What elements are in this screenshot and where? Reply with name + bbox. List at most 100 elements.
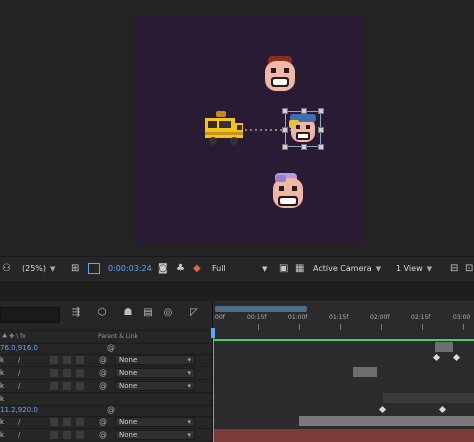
pickwhip-icon[interactable]: @ [99, 354, 107, 366]
keyframe[interactable] [432, 353, 441, 362]
playhead-handle[interactable] [211, 328, 215, 338]
layer-search-input[interactable] [0, 307, 60, 323]
quality-switch-icon[interactable]: / [18, 429, 20, 441]
shy-layers-icon[interactable]: ☗ [120, 306, 136, 320]
time-ruler[interactable]: :00f 00:15f 01:00f 01:15f 02:00f 02:15f … [213, 301, 474, 330]
transform-handle[interactable] [282, 108, 288, 114]
pickwhip-icon[interactable]: @ [99, 416, 107, 428]
transform-handle[interactable] [301, 108, 307, 114]
switch-box[interactable] [63, 356, 71, 364]
parent-select[interactable]: None ▾ [115, 430, 195, 440]
switch-box[interactable] [50, 418, 58, 426]
chevron-down-icon[interactable]: ▼ [262, 262, 267, 276]
pickwhip-icon[interactable]: @ [107, 342, 115, 354]
parent-select[interactable]: None ▾ [115, 368, 195, 378]
view-options-icon[interactable]: ⊟ [450, 262, 458, 276]
switch-box[interactable] [76, 369, 84, 377]
timeline-track-area[interactable]: :00f 00:15f 01:00f 01:15f 02:00f 02:15f … [211, 301, 474, 442]
camera-select[interactable]: Active Camera ▼ [313, 262, 381, 276]
character-head-top[interactable] [262, 55, 298, 95]
layer-row[interactable]: k / @ None ▾ [0, 354, 212, 367]
camera-snapshot-icon[interactable]: ◙ [158, 262, 168, 276]
layer-row[interactable]: k / @ None ▾ [0, 429, 212, 442]
mask-icon[interactable] [88, 262, 100, 276]
layer-bar[interactable] [213, 429, 474, 442]
switch-box[interactable] [63, 418, 71, 426]
switch-box[interactable] [50, 369, 58, 377]
resolution-select[interactable]: Full [212, 262, 268, 276]
layer-bar[interactable] [383, 393, 474, 403]
keyframe[interactable] [438, 405, 447, 414]
transform-handle[interactable] [282, 127, 288, 133]
quality-switch-icon[interactable]: / [18, 416, 20, 428]
work-area-bar[interactable] [215, 306, 307, 312]
goggles-icon[interactable]: ⚇ [2, 262, 11, 276]
transform-handle[interactable] [318, 108, 324, 114]
switch-box[interactable] [50, 431, 58, 439]
motion-blur-icon[interactable]: ◎ [160, 306, 176, 320]
frame-blending-icon[interactable]: ▤ [140, 306, 156, 320]
playhead[interactable] [211, 328, 215, 442]
current-timecode[interactable]: 0:00:03:24 [108, 262, 152, 276]
switch-box[interactable] [76, 418, 84, 426]
switch-box[interactable] [76, 431, 84, 439]
switch-box[interactable] [63, 382, 71, 390]
selected-layer-bounding-box[interactable] [282, 108, 324, 150]
layer-bar[interactable] [299, 416, 474, 426]
switch-box[interactable] [63, 431, 71, 439]
position-value[interactable]: 11.2,920.0 [0, 404, 38, 416]
layer-row[interactable]: k / @ None ▾ [0, 416, 212, 429]
switch-box[interactable] [63, 369, 71, 377]
pickwhip-icon[interactable]: @ [99, 380, 107, 392]
switch-box[interactable] [76, 356, 84, 364]
composition-canvas[interactable] [135, 15, 363, 243]
layer-panel: ⇶ ⬡ ☗ ▤ ◎ ◸ ♣ ✥ \ fx Parent & Link 76.0,… [0, 301, 213, 442]
graph-editor-icon[interactable]: ◸ [186, 306, 202, 320]
color-icon[interactable]: ◆ [193, 262, 201, 276]
switch-box[interactable] [50, 382, 58, 390]
layer-row[interactable]: k / @ None ▾ [0, 367, 212, 380]
switch-box[interactable] [76, 382, 84, 390]
transform-handle[interactable] [301, 144, 307, 150]
pickwhip-icon[interactable]: @ [107, 404, 115, 416]
transform-handle[interactable] [282, 144, 288, 150]
ruler-tick-label: 01:00f [288, 314, 308, 321]
parent-select[interactable]: None ▾ [115, 381, 195, 391]
layer-duration-bar[interactable] [213, 339, 474, 341]
flowchart-icon[interactable]: ⊡ [465, 262, 473, 276]
layer-bar[interactable] [435, 342, 453, 352]
parent-select[interactable]: None ▾ [115, 417, 195, 427]
chevron-down-icon: ▾ [187, 356, 191, 364]
transform-handle[interactable] [318, 127, 324, 133]
chevron-down-icon: ▾ [187, 369, 191, 377]
food-truck-sprite[interactable] [203, 109, 245, 149]
grid-icon[interactable]: ⊞ [71, 262, 79, 276]
draft-3d-icon[interactable]: ⬡ [94, 306, 110, 320]
view-layout-select[interactable]: 1 View ▼ [396, 262, 432, 276]
layer-bar[interactable] [353, 367, 377, 377]
pickwhip-icon[interactable]: @ [99, 367, 107, 379]
quality-switch-icon[interactable]: / [18, 354, 20, 366]
character-head-bottom[interactable] [269, 172, 307, 212]
chevron-down-icon: ▾ [187, 431, 191, 439]
parent-select[interactable]: None ▾ [115, 355, 195, 365]
ruler-tick-label: 00:15f [247, 314, 267, 321]
zoom-select[interactable]: (25%) ▼ [22, 262, 55, 276]
parent-value: None [119, 418, 138, 426]
panel-divider[interactable] [0, 281, 474, 301]
comp-flowchart-icon[interactable]: ⇶ [68, 306, 84, 320]
layer-row[interactable]: k / @ None ▾ [0, 380, 212, 393]
transform-handle[interactable] [318, 144, 324, 150]
switch-box[interactable] [50, 356, 58, 364]
region-of-interest-icon[interactable]: ▣ [279, 262, 288, 276]
composition-viewer[interactable] [0, 0, 474, 256]
keyframe[interactable] [452, 353, 461, 362]
position-value[interactable]: 76.0,916.0 [0, 342, 38, 354]
channel-icon[interactable]: ♣ [176, 262, 185, 276]
quality-switch-icon[interactable]: / [18, 367, 20, 379]
quality-switch-icon[interactable]: / [18, 380, 20, 392]
ruler-tick [258, 324, 259, 330]
pickwhip-icon[interactable]: @ [99, 429, 107, 441]
keyframe[interactable] [378, 405, 387, 414]
transparency-grid-icon[interactable]: ▦ [295, 262, 304, 276]
